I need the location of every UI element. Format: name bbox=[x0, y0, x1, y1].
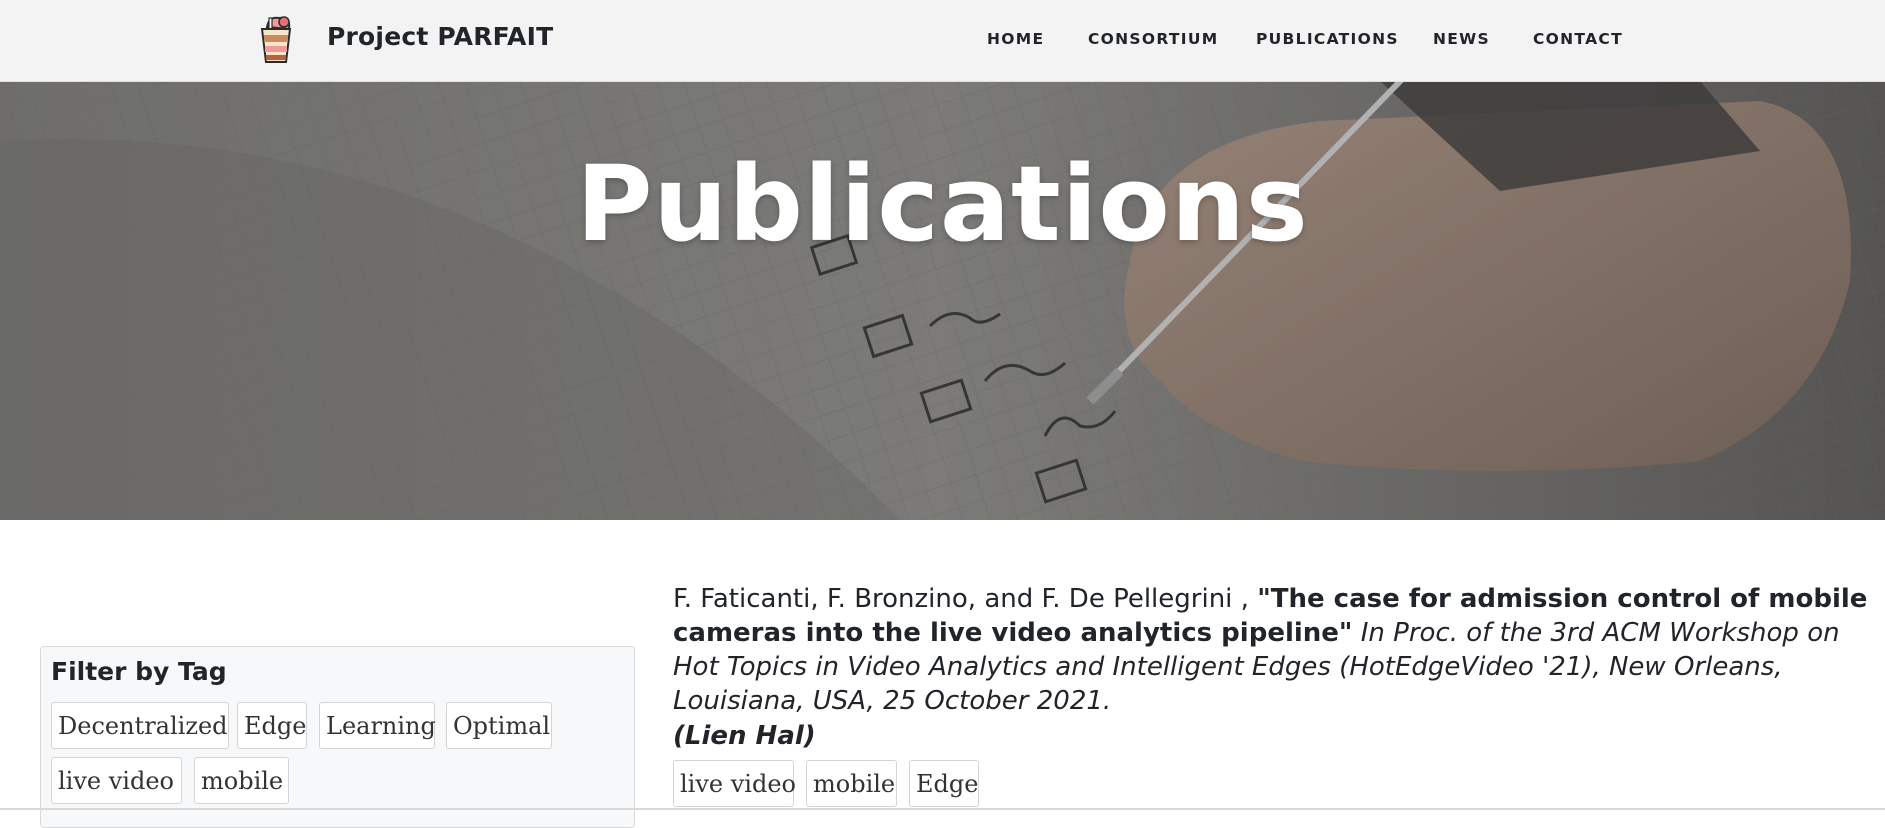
hal-link[interactable]: (Lien Hal) bbox=[673, 719, 1885, 753]
page-title: Publications bbox=[576, 143, 1309, 265]
tag-live-video[interactable]: live video bbox=[51, 757, 182, 804]
nav-home[interactable]: HOME bbox=[987, 30, 1044, 48]
nav-news[interactable]: NEWS bbox=[1433, 30, 1490, 48]
tag-learning[interactable]: Learning bbox=[319, 702, 436, 749]
nav-publications[interactable]: PUBLICATIONS bbox=[1256, 30, 1399, 48]
nav-consortium[interactable]: CONSORTIUM bbox=[1088, 30, 1218, 48]
tag-edge[interactable]: Edge bbox=[237, 702, 307, 749]
nav-contact[interactable]: CONTACT bbox=[1533, 30, 1623, 48]
tag-decentralized[interactable]: Decentralized bbox=[51, 702, 229, 749]
filter-title: Filter by Tag bbox=[51, 657, 227, 686]
publication-tag-edge[interactable]: Edge bbox=[909, 760, 979, 807]
tag-optimal[interactable]: Optimal bbox=[446, 702, 552, 749]
publication-tag-live-video[interactable]: live video bbox=[673, 760, 796, 807]
tag-mobile[interactable]: mobile bbox=[194, 757, 289, 804]
hero-banner: Publications bbox=[0, 81, 1885, 520]
brand-name[interactable]: Project PARFAIT bbox=[327, 22, 553, 51]
publication-authors: F. Faticanti, F. Bronzino, and F. De Pel… bbox=[673, 584, 1249, 614]
tag-filter-panel: Filter by Tag Decentralized Edge Learnin… bbox=[40, 646, 635, 828]
navbar: Project PARFAIT HOME CONSORTIUM PUBLICAT… bbox=[0, 0, 1885, 82]
parfait-cup-icon[interactable] bbox=[257, 13, 295, 65]
publication-tag-mobile[interactable]: mobile bbox=[806, 760, 897, 807]
publication-entry: F. Faticanti, F. Bronzino, and F. De Pel… bbox=[673, 582, 1885, 753]
